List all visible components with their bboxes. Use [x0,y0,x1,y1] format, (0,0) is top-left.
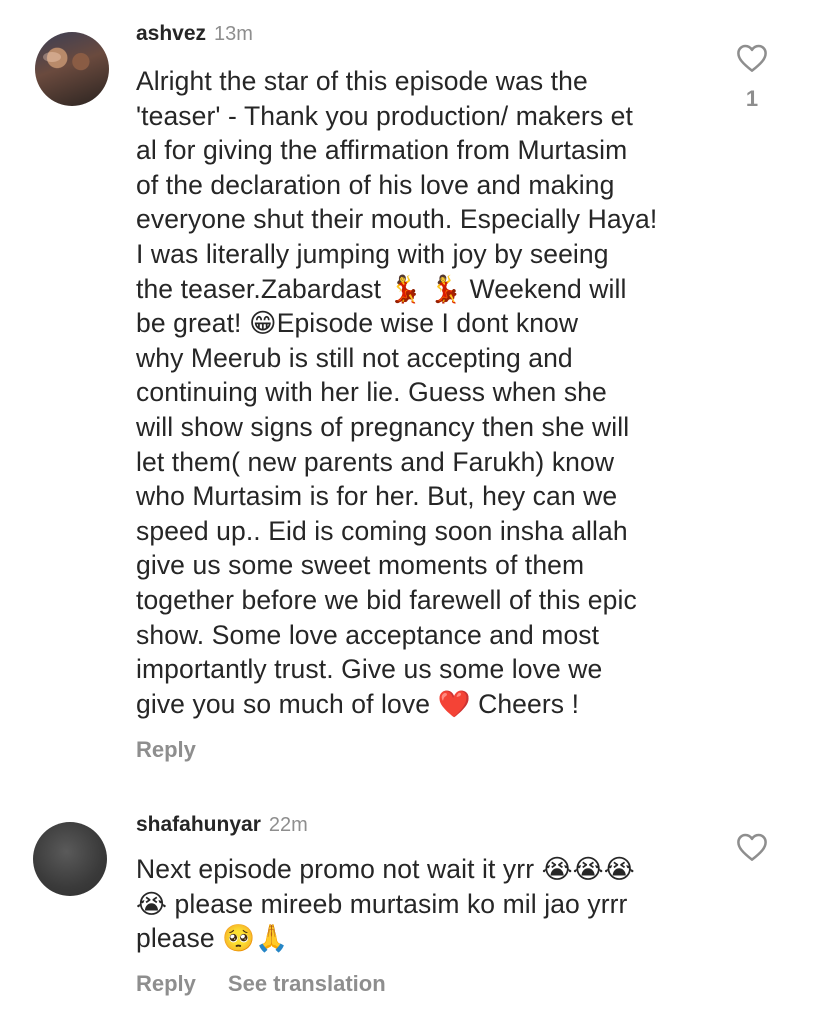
timestamp: 22m [268,814,308,836]
comment-line: who Murtasim is for her. But, hey can we [136,481,618,512]
comment-line: the teaser.Zabardast 💃 💃 Weekend will [136,273,627,304]
username[interactable]: ashvez [136,22,206,45]
comment-line: let them( new parents and Farukh) know [136,446,615,477]
comment-line: give you so much of love ❤️ Cheers ! [136,688,580,719]
comment-actions: Reply [136,737,228,763]
comment-line: speed up.. Eid is coming soon insha alla… [136,515,628,546]
comment-body: Alright the star of this episode was the… [136,64,716,721]
comment-line: show. Some love acceptance and most [136,619,600,650]
see-translation-button[interactable]: See translation [228,971,386,996]
comment-line: give us some sweet moments of them [136,550,585,581]
reply-button[interactable]: Reply [136,737,196,762]
heart-outline-icon[interactable] [736,832,768,862]
reply-button[interactable]: Reply [136,971,196,996]
comment-line: 'teaser' - Thank you production/ makers … [136,100,633,131]
comment-line: will show signs of pregnancy then she wi… [136,411,630,442]
comment-line: I was literally jumping with joy by seei… [136,238,609,269]
username[interactable]: shafahunyar [136,813,261,836]
avatar[interactable] [35,32,109,106]
comment-body: Next episode promo not wait it yrr 😭😭😭 😭… [136,852,716,956]
timestamp: 13m [214,23,253,45]
comment-actions: Reply See translation [136,971,418,997]
comment-line: al for giving the affirmation from Murta… [136,135,628,166]
comment-line: Next episode promo not wait it yrr 😭😭😭 [136,854,635,884]
comment-line: 😭 please mireeb murtasim ko mil jao yrrr [136,888,628,919]
comment-line: everyone shut their mouth. Especially Ha… [136,204,658,235]
comment-line: be great! 😁Episode wise I dont know [136,308,579,339]
comment-line: of the declaration of his love and makin… [136,169,615,200]
heart-outline-icon[interactable] [736,43,768,73]
comment-line: together before we bid farewell of this … [136,584,637,615]
like-count: 1 [745,86,759,111]
comment-line: please 🥺🙏 [136,923,289,954]
avatar[interactable] [33,822,107,896]
comment-line: why Meerub is still not accepting and [136,342,573,373]
comment-line: importantly trust. Give us some love we [136,654,603,685]
comment-line: continuing with her lie. Guess when she [136,377,607,408]
comment-line: Alright the star of this episode was the [136,66,588,96]
comment-header: shafahunyar 22m [136,813,308,837]
comment-header: ashvez 13m [136,22,253,46]
